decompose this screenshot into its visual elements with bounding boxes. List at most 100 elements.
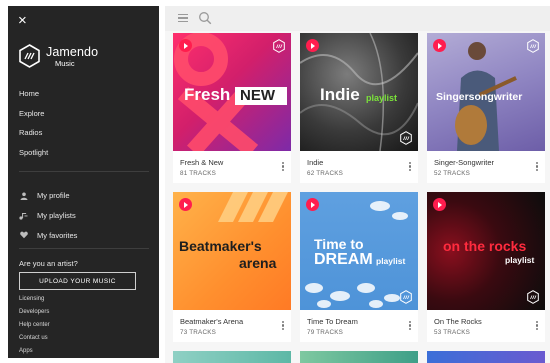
playlist-title[interactable]: Time To Dream bbox=[307, 317, 358, 326]
nav-my-profile[interactable]: My profile bbox=[19, 186, 77, 206]
card-info: Singer-Songwriter 52 TRACKS bbox=[427, 151, 545, 183]
playlist-card[interactable]: Singersongwriter Singer-Songwriter 52 TR… bbox=[427, 33, 545, 183]
playlist-title[interactable]: On The Rocks bbox=[434, 317, 482, 326]
playlist-title[interactable]: Fresh & New bbox=[180, 158, 223, 167]
more-options-icon[interactable] bbox=[535, 321, 539, 332]
track-count-number: 62 bbox=[307, 170, 315, 177]
playlist-title[interactable]: Indie bbox=[307, 158, 323, 167]
playlist-title[interactable]: Singer-Songwriter bbox=[434, 158, 494, 167]
cover-subtitle: NEW bbox=[240, 87, 275, 104]
footer-link-apps[interactable]: Apps bbox=[19, 346, 50, 358]
cover-subtitle: playlist bbox=[366, 93, 398, 103]
app-window: × Jamendo Music Home Explore Radios Spot… bbox=[0, 0, 550, 363]
nav-explore[interactable]: Explore bbox=[19, 108, 48, 128]
more-options-icon[interactable] bbox=[281, 321, 285, 332]
track-count-unit: TRACKS bbox=[316, 329, 343, 336]
track-count-unit: TRACKS bbox=[443, 170, 470, 177]
playlist-cover[interactable]: Singersongwriter bbox=[427, 33, 545, 151]
footer-link-contact-us[interactable]: Contact us bbox=[19, 333, 50, 346]
play-button[interactable] bbox=[306, 198, 319, 211]
nav-my-favorites-label: My favorites bbox=[37, 230, 78, 240]
track-count-number: 81 bbox=[180, 170, 188, 177]
nav-radios[interactable]: Radios bbox=[19, 127, 48, 147]
divider bbox=[19, 248, 149, 249]
footer-link-help-center[interactable]: Help center bbox=[19, 320, 50, 333]
cover-subtitle: playlist bbox=[505, 255, 535, 265]
playlist-card[interactable]: Beatmaker's arena Beatmaker's Arena 73 T… bbox=[173, 192, 291, 342]
play-button[interactable] bbox=[433, 198, 446, 211]
track-count: 79 TRACKS bbox=[307, 329, 343, 336]
footer-link-licensing[interactable]: Licensing bbox=[19, 294, 50, 307]
playlist-grid: Fresh NEW Fresh & New 81 TRACKS Indie pl… bbox=[165, 31, 550, 363]
more-options-icon[interactable] bbox=[281, 162, 285, 173]
more-options-icon[interactable] bbox=[408, 162, 412, 173]
playlist-cover[interactable]: Time to DREAM playlist bbox=[300, 192, 418, 310]
playlist-cover-partial[interactable] bbox=[173, 351, 291, 363]
top-bar bbox=[165, 6, 550, 31]
cover-title: Indie bbox=[320, 85, 360, 104]
playlist-cover[interactable]: on the rocks playlist bbox=[427, 192, 545, 310]
play-button[interactable] bbox=[179, 198, 192, 211]
jamendo-badge-icon bbox=[527, 39, 539, 53]
play-button[interactable] bbox=[433, 39, 446, 52]
jamendo-badge-icon bbox=[400, 290, 412, 304]
playlist-cover-partial[interactable] bbox=[300, 351, 418, 363]
playlist-card[interactable]: Fresh NEW Fresh & New 81 TRACKS bbox=[173, 33, 291, 183]
cover-title: Time to bbox=[314, 236, 364, 252]
play-button[interactable] bbox=[306, 39, 319, 52]
main-nav: Home Explore Radios Spotlight bbox=[19, 88, 48, 167]
nav-my-profile-label: My profile bbox=[37, 191, 70, 201]
jamendo-badge-icon bbox=[273, 39, 285, 53]
logo-name: Jamendo bbox=[46, 45, 99, 59]
playlist-cover-partial[interactable] bbox=[427, 351, 545, 363]
close-icon[interactable]: × bbox=[18, 13, 32, 28]
card-info: Beatmaker's Arena 73 TRACKS bbox=[173, 310, 291, 342]
nav-my-playlists[interactable]: My playlists bbox=[19, 206, 77, 226]
track-count: 81 TRACKS bbox=[180, 170, 216, 177]
playlist-icon bbox=[19, 211, 28, 220]
playlist-card[interactable]: Time to DREAM playlist Time To Dream 79 … bbox=[300, 192, 418, 342]
footer-link-developers[interactable]: Developers bbox=[19, 307, 50, 320]
card-info: Time To Dream 79 TRACKS bbox=[300, 310, 418, 342]
search-icon[interactable] bbox=[198, 11, 212, 25]
artist-question: Are you an artist? bbox=[19, 259, 78, 268]
nav-home[interactable]: Home bbox=[19, 88, 48, 108]
hamburger-icon[interactable] bbox=[178, 14, 188, 22]
track-count-number: 53 bbox=[434, 329, 442, 336]
track-count: 52 TRACKS bbox=[434, 170, 470, 177]
track-count-number: 73 bbox=[180, 329, 188, 336]
track-count-number: 52 bbox=[434, 170, 442, 177]
sidebar: × Jamendo Music Home Explore Radios Spot… bbox=[8, 6, 159, 358]
nav-my-favorites[interactable]: My favorites bbox=[19, 225, 77, 245]
cover-title: Fresh bbox=[184, 85, 231, 104]
nav-spotlight[interactable]: Spotlight bbox=[19, 147, 48, 167]
playlist-cover[interactable]: Fresh NEW bbox=[173, 33, 291, 151]
footer-links: Licensing Developers Help center Contact… bbox=[19, 294, 50, 358]
playlist-card[interactable]: Indie playlist Indie 62 TRACKS bbox=[300, 33, 418, 183]
more-options-icon[interactable] bbox=[535, 162, 539, 173]
cover-title: on the rocks bbox=[443, 238, 527, 254]
playlist-cover[interactable]: Beatmaker's arena bbox=[173, 192, 291, 310]
upload-music-button[interactable]: UPLOAD YOUR MUSIC bbox=[19, 272, 136, 290]
logo-subtitle: Music bbox=[55, 59, 75, 68]
divider bbox=[19, 171, 149, 172]
heart-icon bbox=[19, 231, 28, 240]
more-options-icon[interactable] bbox=[408, 321, 412, 332]
cover-title: Singersongwriter bbox=[436, 91, 522, 103]
person-icon bbox=[19, 191, 28, 200]
nav-my-playlists-label: My playlists bbox=[37, 211, 76, 221]
logo[interactable]: Jamendo Music bbox=[19, 44, 139, 78]
card-info: On The Rocks 53 TRACKS bbox=[427, 310, 545, 342]
playlist-title[interactable]: Beatmaker's Arena bbox=[180, 317, 243, 326]
playlist-cover[interactable]: Indie playlist bbox=[300, 33, 418, 151]
cover-subtitle: arena bbox=[239, 255, 277, 271]
jamendo-logo-icon bbox=[19, 44, 40, 68]
card-info: Indie 62 TRACKS bbox=[300, 151, 418, 183]
play-button[interactable] bbox=[179, 39, 192, 52]
cover-title-part2: writer bbox=[493, 91, 523, 103]
jamendo-badge-icon bbox=[400, 131, 412, 145]
playlist-card[interactable]: on the rocks playlist On The Rocks 53 TR… bbox=[427, 192, 545, 342]
jamendo-badge-icon bbox=[527, 290, 539, 304]
cover-title: Beatmaker's bbox=[179, 238, 262, 254]
track-count: 73 TRACKS bbox=[180, 329, 216, 336]
